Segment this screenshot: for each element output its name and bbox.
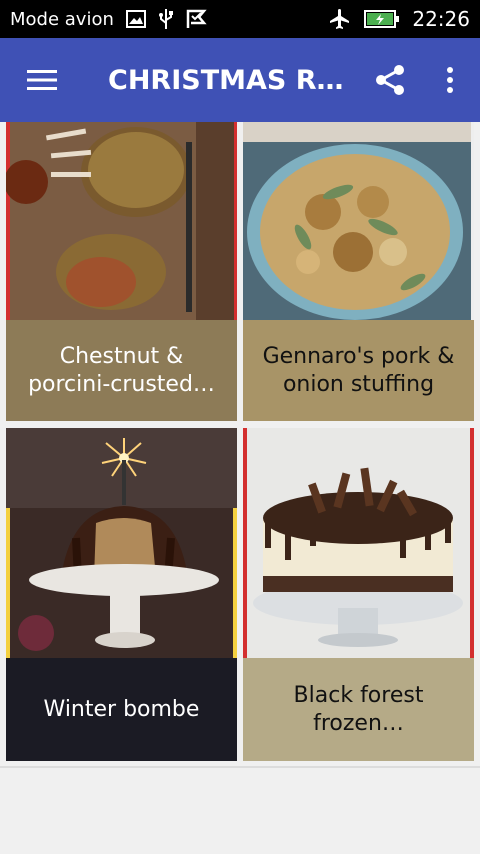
airplane-icon: [328, 7, 352, 31]
check-flag-icon: [186, 9, 208, 29]
recipe-image: [6, 428, 237, 658]
page-title: CHRISTMAS R…: [108, 64, 344, 96]
status-bar: Mode avion 22:26: [0, 0, 480, 38]
hamburger-menu-icon[interactable]: [0, 38, 84, 122]
airplane-mode-text: Mode avion: [10, 8, 114, 30]
recipe-title: Black forest frozen…: [293, 683, 424, 736]
recipe-card[interactable]: Gennaro's pork & onion stuffing: [243, 122, 474, 421]
recipe-image: [6, 122, 237, 320]
share-icon[interactable]: [360, 38, 420, 122]
recipe-title: Winter bombe: [43, 696, 200, 722]
app-bar: CHRISTMAS R…: [0, 38, 480, 122]
battery-charging-icon: [364, 9, 400, 29]
recipe-caption-box: Chestnut & porcini-crusted…: [6, 320, 237, 421]
recipe-caption-box: Winter bombe: [6, 658, 237, 761]
clock: 22:26: [412, 7, 470, 31]
recipe-title: Gennaro's pork & onion stuffing: [262, 344, 455, 397]
recipe-caption-box: Black forest frozen…: [243, 658, 474, 761]
recipe-card[interactable]: Chestnut & porcini-crusted…: [6, 122, 237, 421]
recipe-card[interactable]: Winter bombe: [6, 428, 237, 761]
image-icon: [125, 10, 146, 28]
more-vertical-icon[interactable]: [420, 38, 480, 122]
recipe-title: Chestnut & porcini-crusted…: [28, 344, 215, 397]
recipe-image: [243, 428, 474, 658]
recipe-image: [243, 122, 474, 320]
recipe-caption-box: Gennaro's pork & onion stuffing: [243, 320, 474, 421]
list-end-divider: [0, 766, 480, 768]
recipe-card[interactable]: Black forest frozen…: [243, 428, 474, 761]
usb-icon: [158, 8, 174, 30]
